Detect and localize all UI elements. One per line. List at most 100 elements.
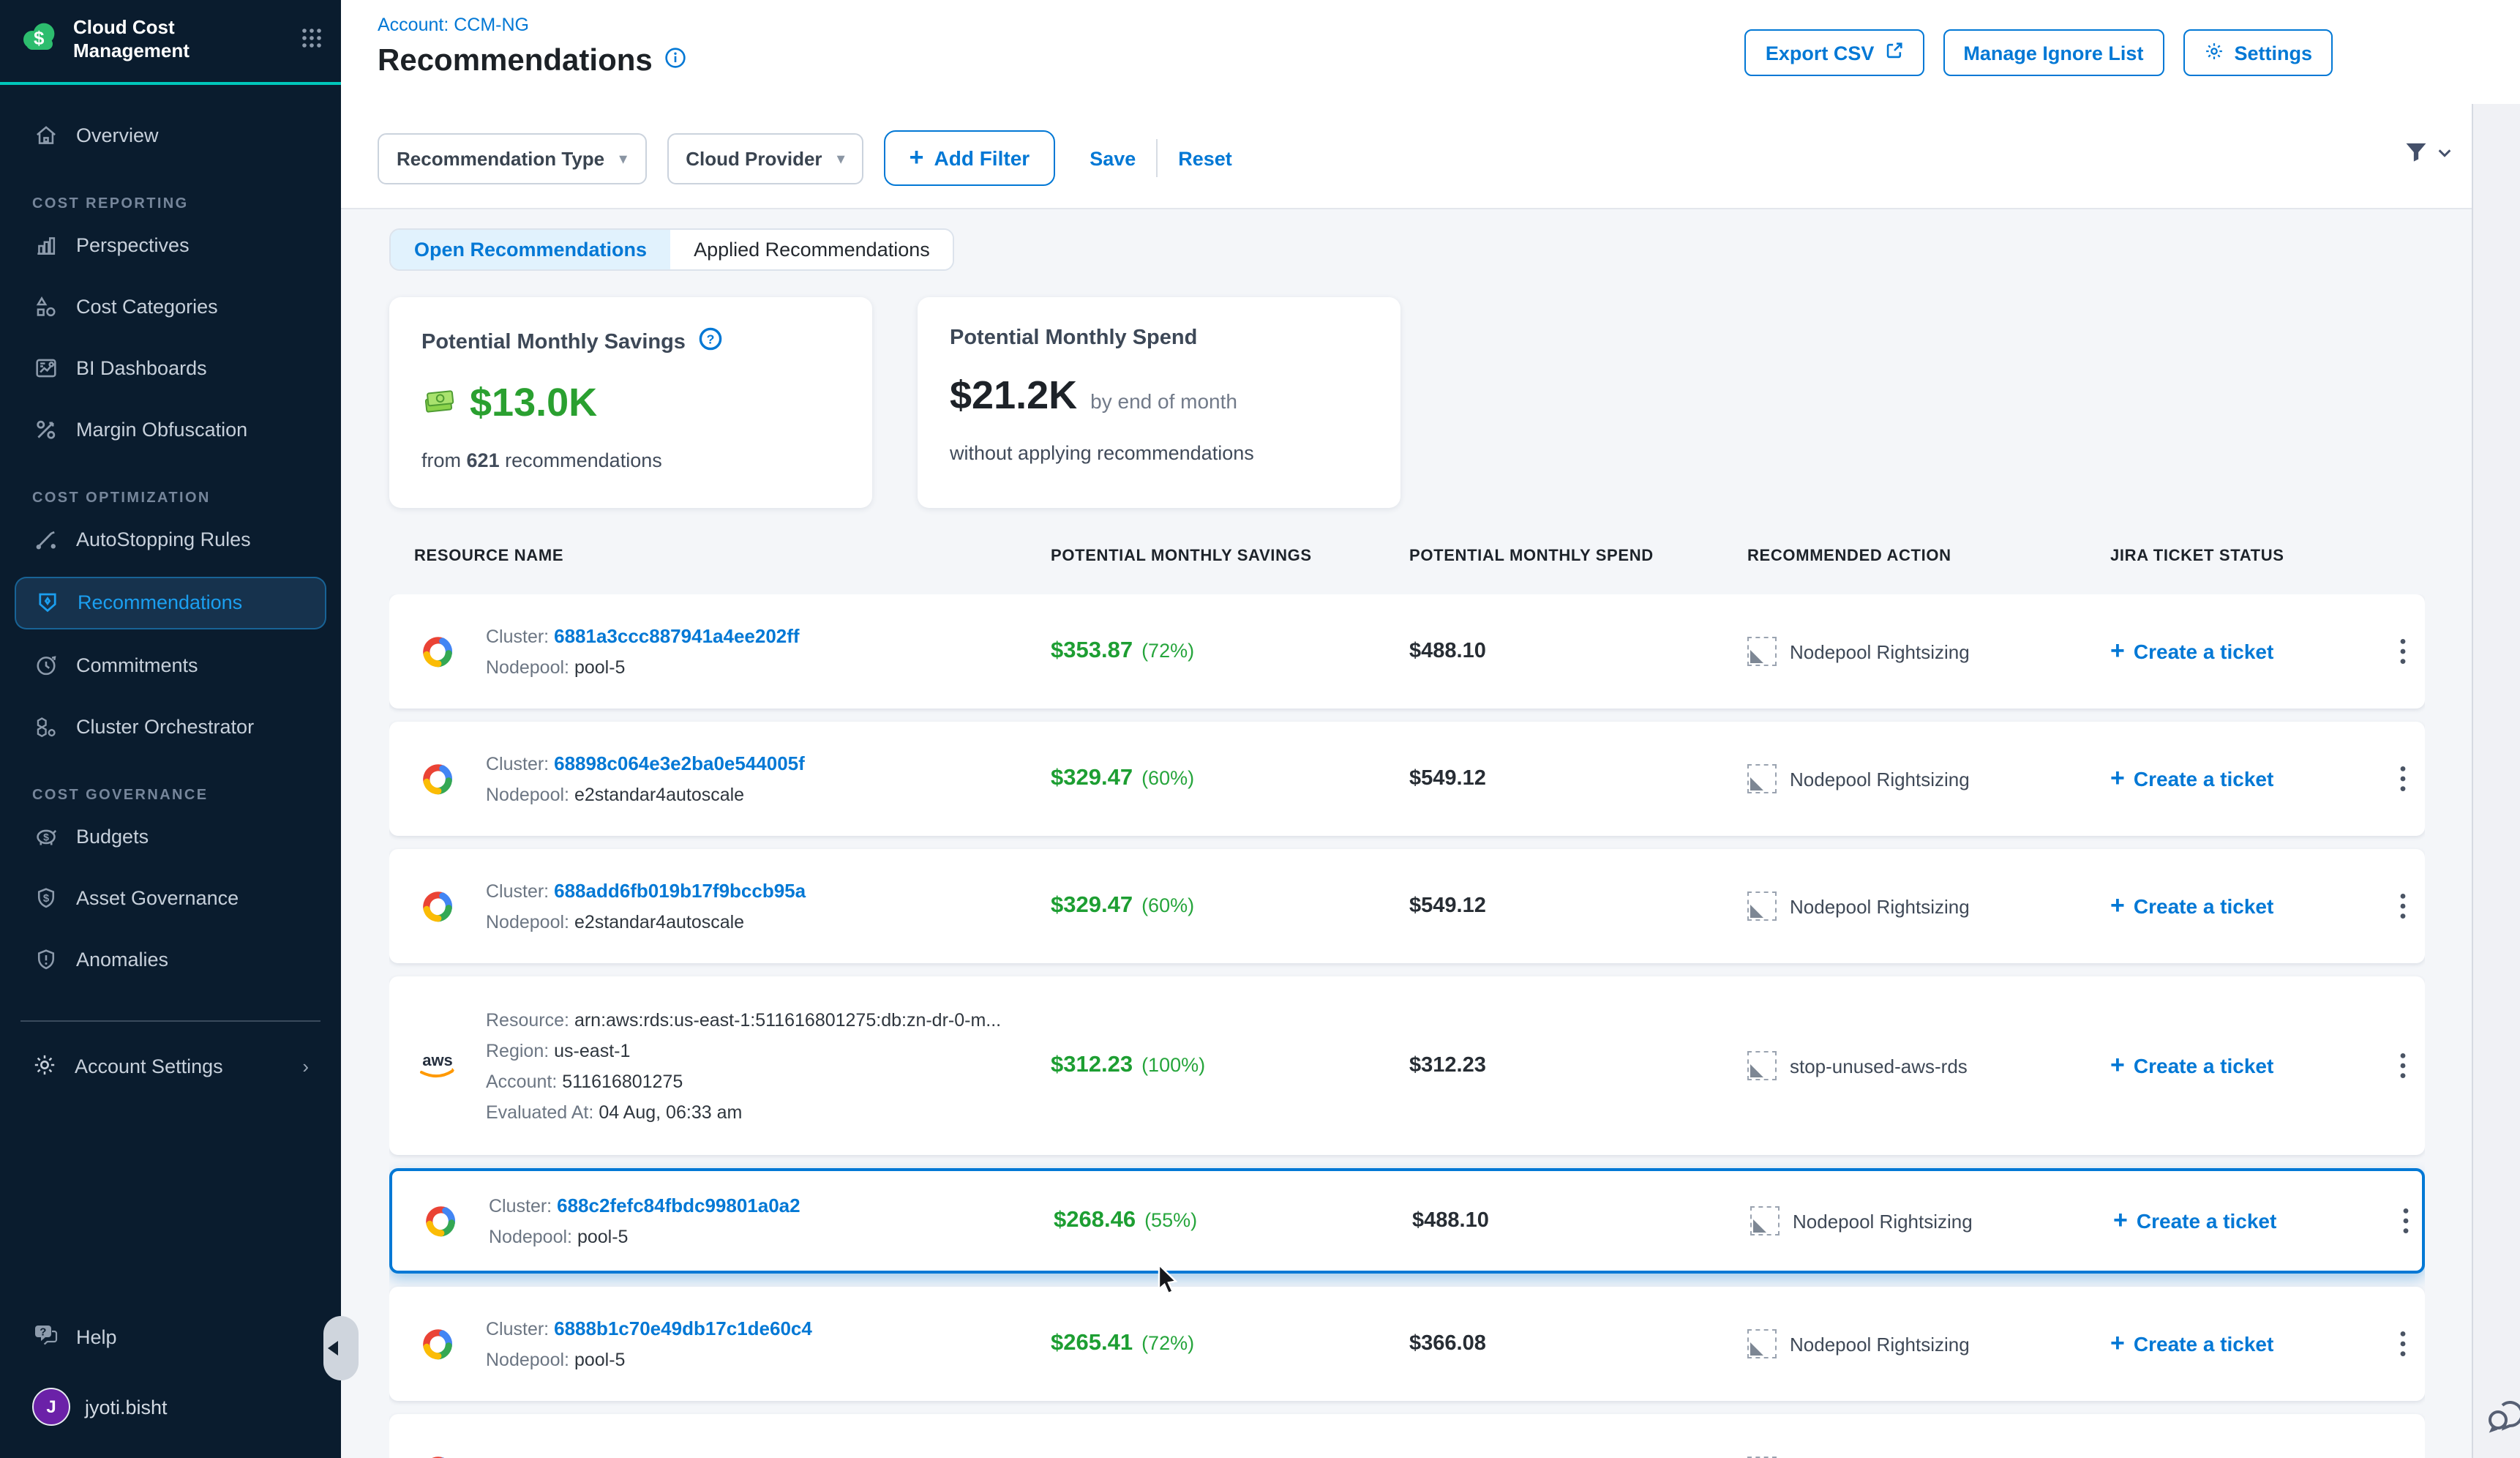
- rightsizing-action-icon: [1750, 1206, 1780, 1235]
- create-ticket-button[interactable]: + Create a ticket: [2110, 1329, 2381, 1358]
- resource-link[interactable]: 688add6fb019b17f9bccb95a: [554, 880, 806, 902]
- chevron-right-icon: ›: [302, 1055, 309, 1077]
- sidebar-nav: Overview COST REPORTINGPerspectivesCost …: [0, 84, 341, 1458]
- save-filter-button[interactable]: Save: [1090, 147, 1136, 169]
- recommendation-tabs: Open Recommendations Applied Recommendat…: [389, 228, 955, 271]
- manage-ignore-list-button[interactable]: Manage Ignore List: [1943, 29, 2164, 76]
- module-grid-icon[interactable]: [300, 26, 323, 57]
- info-icon[interactable]: [664, 47, 686, 76]
- savings-cell: $312.23(100%): [1051, 1053, 1409, 1079]
- settings-button[interactable]: Settings: [2183, 29, 2333, 76]
- action-cell: stop-unused-aws-rds: [1747, 1051, 2110, 1080]
- bar-chart-icon: [32, 232, 59, 258]
- resource-link[interactable]: 6888b1c70e49db17c1de60c4: [554, 1317, 812, 1339]
- gear-icon: [32, 1052, 57, 1081]
- user-menu[interactable]: J jyoti.bisht: [15, 1388, 326, 1458]
- resource-value: arn:aws:rds:us-east-1:511616801275:db:zn…: [574, 1009, 1001, 1030]
- sidebar-item-label: Anomalies: [76, 949, 168, 971]
- gcp-icon: [416, 1324, 460, 1364]
- tab-applied-recommendations[interactable]: Applied Recommendations: [670, 230, 953, 269]
- rightsizing-action-icon: [1747, 764, 1777, 793]
- gear-icon: [2203, 40, 2224, 65]
- svg-text:$: $: [42, 831, 48, 843]
- sidebar-item-autostopping-rules[interactable]: AutoStopping Rules: [15, 515, 326, 564]
- plus-icon: +: [910, 143, 924, 173]
- resource-line: Evaluated At: 04 Aug, 06:33 am: [486, 1102, 1036, 1122]
- tab-open-recommendations[interactable]: Open Recommendations: [391, 230, 670, 269]
- savings-amount: $13.0K: [470, 381, 597, 426]
- create-ticket-button[interactable]: + Create a ticket: [2110, 891, 2381, 921]
- sidebar-item-cluster-orchestrator[interactable]: Cluster Orchestrator: [15, 702, 326, 752]
- sidebar-item-cost-categories[interactable]: Cost Categories: [15, 282, 326, 332]
- table-row[interactable]: Cluster: 6886e92f59a48cad86b5b1c6 $244.0…: [389, 1414, 2425, 1458]
- resource-line: Cluster: 68898c064e3e2ba0e544005f: [486, 752, 1036, 774]
- create-ticket-button[interactable]: + Create a ticket: [2110, 764, 2381, 793]
- breadcrumb-account-link[interactable]: Account: CCM-NG: [378, 15, 529, 35]
- sidebar-item-recommendations[interactable]: Recommendations: [15, 576, 326, 629]
- reset-filter-button[interactable]: Reset: [1178, 147, 1232, 169]
- chat-support-icon[interactable]: [2482, 1389, 2520, 1446]
- sidebar-item-label: Margin Obfuscation: [76, 419, 247, 441]
- resource-line: Nodepool: e2standar4autoscale: [486, 912, 1036, 932]
- row-menu-kebab[interactable]: [2381, 766, 2425, 792]
- row-menu-kebab[interactable]: [2381, 1331, 2425, 1357]
- sidebar-item-margin-obfuscation[interactable]: Margin Obfuscation: [15, 405, 326, 455]
- sidebar-item-anomalies[interactable]: Anomalies: [15, 935, 326, 984]
- clock-icon: [32, 652, 59, 678]
- avatar: J: [32, 1388, 70, 1426]
- sidebar-item-account-settings[interactable]: Account Settings ›: [15, 1042, 326, 1091]
- sidebar-item-perspectives[interactable]: Perspectives: [15, 220, 326, 270]
- sidebar-item-budgets[interactable]: $Budgets: [15, 812, 326, 861]
- resource-link[interactable]: 68898c064e3e2ba0e544005f: [554, 752, 805, 774]
- sidebar-item-commitments[interactable]: Commitments: [15, 640, 326, 690]
- create-ticket-label: Create a ticket: [2134, 1332, 2273, 1356]
- sidebar-item-label: Cost Categories: [76, 296, 218, 318]
- create-ticket-label: Create a ticket: [2134, 767, 2273, 790]
- table-row[interactable]: Cluster: 688c2fefc84fbdc99801a0a2Nodepoo…: [389, 1168, 2425, 1274]
- resource-link[interactable]: 688c2fefc84fbdc99801a0a2: [557, 1195, 800, 1216]
- table-row[interactable]: Cluster: 6888b1c70e49db17c1de60c4Nodepoo…: [389, 1287, 2425, 1401]
- add-filter-button[interactable]: + Add Filter: [885, 130, 1055, 186]
- create-ticket-button[interactable]: + Create a ticket: [2110, 637, 2381, 666]
- resource-link[interactable]: 6881a3ccc887941a4ee202ff: [554, 625, 799, 647]
- table-row[interactable]: Cluster: 688add6fb019b17f9bccb95a Nodepoo…: [389, 849, 2425, 963]
- sidebar-item-bi-dashboards[interactable]: BI Dashboards: [15, 343, 326, 393]
- table-row[interactable]: Cluster: 68898c064e3e2ba0e544005fNodepoo…: [389, 722, 2425, 836]
- app-title: Cloud Cost Management: [73, 16, 287, 64]
- sidebar-divider: [20, 1020, 320, 1021]
- recommendation-type-filter[interactable]: Recommendation Type▾: [378, 132, 646, 184]
- filter-panel-toggle[interactable]: [2403, 139, 2453, 165]
- plus-icon: +: [2110, 1051, 2125, 1080]
- sidebar-item-asset-governance[interactable]: $Asset Governance: [15, 873, 326, 923]
- sidebar-item-label: Cluster Orchestrator: [76, 716, 254, 738]
- rightsizing-action-icon: [1747, 891, 1777, 921]
- sidebar-item-label: Account Settings: [75, 1055, 223, 1077]
- sidebar-item-help[interactable]: ? Help: [15, 1312, 326, 1361]
- table-row[interactable]: Cluster: 6881a3ccc887941a4ee202ffNodepoo…: [389, 594, 2425, 709]
- sidebar-item-overview[interactable]: Overview: [15, 111, 326, 160]
- scrollbar-gutter[interactable]: [2472, 104, 2520, 1458]
- resource-cell: Cluster: 688add6fb019b17f9bccb95a Nodepoo…: [486, 880, 1051, 932]
- table-header: RESOURCE NAME POTENTIAL MONTHLY SAVINGS …: [389, 547, 2425, 577]
- create-ticket-button[interactable]: + Create a ticket: [2110, 1051, 2381, 1080]
- resource-cell: Cluster: 688c2fefc84fbdc99801a0a2Nodepoo…: [489, 1195, 1054, 1247]
- question-icon[interactable]: ?: [699, 326, 724, 357]
- cloud-provider-filter[interactable]: Cloud Provider▾: [667, 132, 863, 184]
- provider-icon-cell: [389, 759, 486, 799]
- resource-line: Cluster: 688add6fb019b17f9bccb95a: [486, 880, 1036, 902]
- table-row[interactable]: aws Resource: arn:aws:rds:us-east-1:5116…: [389, 976, 2425, 1155]
- row-menu-kebab[interactable]: [2381, 1053, 2425, 1079]
- logo-row: $ Cloud Cost Management: [0, 0, 341, 78]
- content: Open Recommendations Applied Recommendat…: [341, 208, 2473, 1458]
- row-menu-kebab[interactable]: [2381, 638, 2425, 665]
- row-menu-kebab[interactable]: [2381, 893, 2425, 919]
- app-window: $ Cloud Cost Management Overview COST RE…: [0, 0, 2520, 1458]
- row-menu-kebab[interactable]: [2384, 1208, 2425, 1234]
- col-resource-name: RESOURCE NAME: [414, 547, 563, 565]
- export-csv-button[interactable]: Export CSV: [1745, 29, 1924, 76]
- resource-value: pool-5: [577, 1227, 629, 1247]
- nav-section-label: COST GOVERNANCE: [32, 787, 309, 803]
- sidebar-collapse-handle[interactable]: [323, 1316, 359, 1380]
- create-ticket-button[interactable]: + Create a ticket: [2113, 1206, 2384, 1235]
- resource-line: Region: us-east-1: [486, 1040, 1036, 1061]
